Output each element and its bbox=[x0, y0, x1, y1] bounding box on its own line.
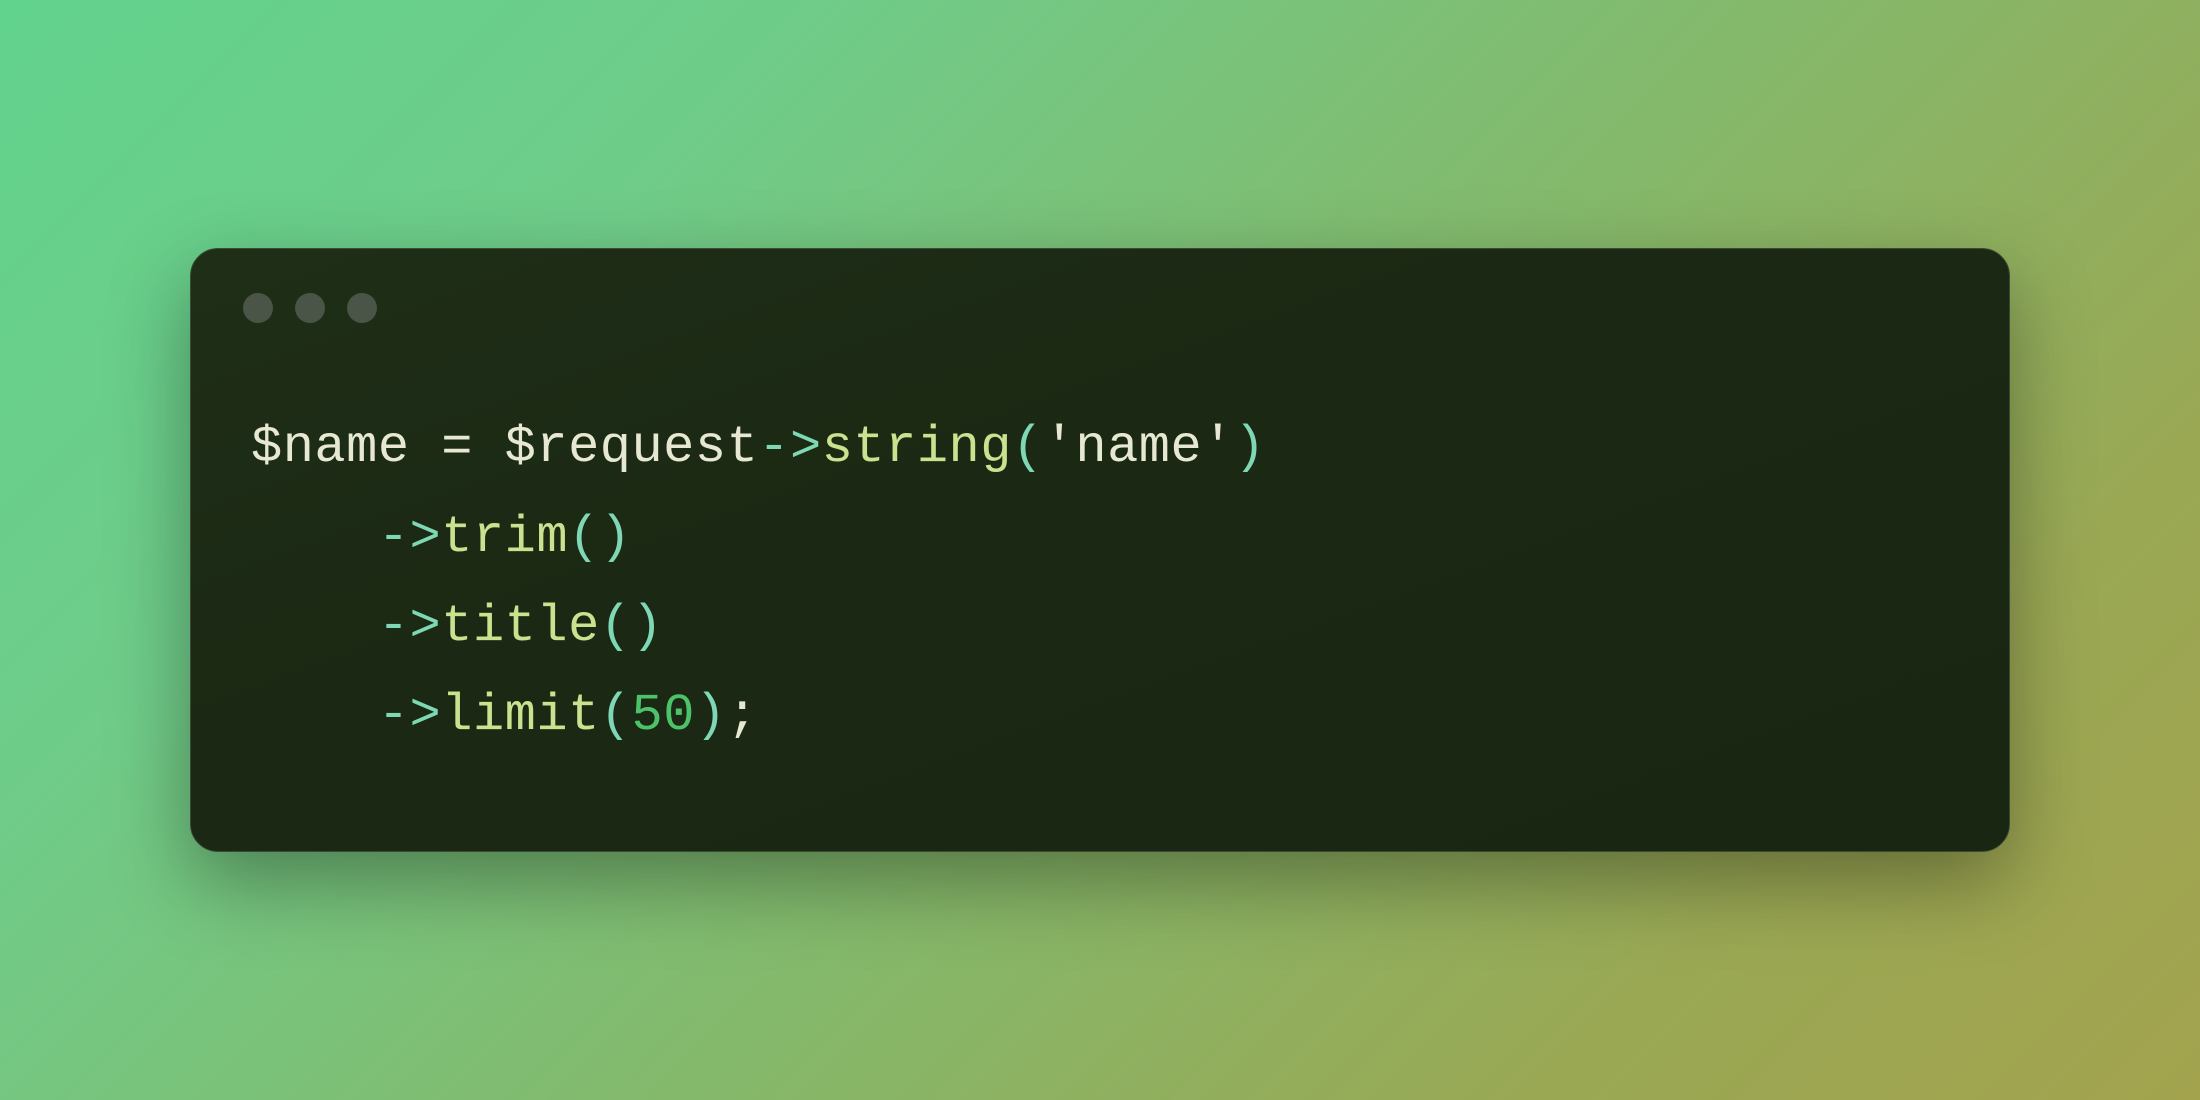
traffic-light-minimize-icon[interactable] bbox=[295, 293, 325, 323]
string-value-token: name bbox=[1075, 418, 1202, 477]
paren-close-token: ) bbox=[695, 686, 727, 745]
code-window: $name = $request->string('name') ->trim(… bbox=[190, 248, 2010, 852]
variable-token: $name bbox=[251, 418, 410, 477]
method-token: limit bbox=[441, 686, 600, 745]
method-token: string bbox=[822, 418, 1012, 477]
traffic-light-zoom-icon[interactable] bbox=[347, 293, 377, 323]
paren-close-token: ) bbox=[600, 508, 632, 567]
string-quote-token: ' bbox=[1044, 418, 1076, 477]
code-body: $name = $request->string('name') ->trim(… bbox=[191, 343, 2009, 851]
paren-close-token: ) bbox=[1234, 418, 1266, 477]
code-line-3: ->title() bbox=[251, 582, 1949, 671]
number-token: 50 bbox=[632, 686, 695, 745]
code-line-4: ->limit(50); bbox=[251, 671, 1949, 760]
code-line-1: $name = $request->string('name') bbox=[251, 403, 1949, 492]
string-quote-token: ' bbox=[1202, 418, 1234, 477]
semicolon-token: ; bbox=[727, 686, 759, 745]
paren-open-token: ( bbox=[600, 597, 632, 656]
method-token: trim bbox=[441, 508, 568, 567]
indent-token bbox=[251, 671, 378, 760]
paren-open-token: ( bbox=[1012, 418, 1044, 477]
method-token: title bbox=[441, 597, 600, 656]
assign-operator-token: = bbox=[410, 418, 505, 477]
arrow-operator-token: -> bbox=[758, 418, 821, 477]
object-token: $request bbox=[505, 418, 759, 477]
indent-token bbox=[251, 582, 378, 671]
paren-close-token: ) bbox=[632, 597, 664, 656]
arrow-operator-token: -> bbox=[378, 508, 441, 567]
paren-open-token: ( bbox=[568, 508, 600, 567]
paren-open-token: ( bbox=[600, 686, 632, 745]
traffic-light-close-icon[interactable] bbox=[243, 293, 273, 323]
window-titlebar bbox=[191, 249, 2009, 343]
indent-token bbox=[251, 493, 378, 582]
arrow-operator-token: -> bbox=[378, 597, 441, 656]
arrow-operator-token: -> bbox=[378, 686, 441, 745]
code-line-2: ->trim() bbox=[251, 493, 1949, 582]
